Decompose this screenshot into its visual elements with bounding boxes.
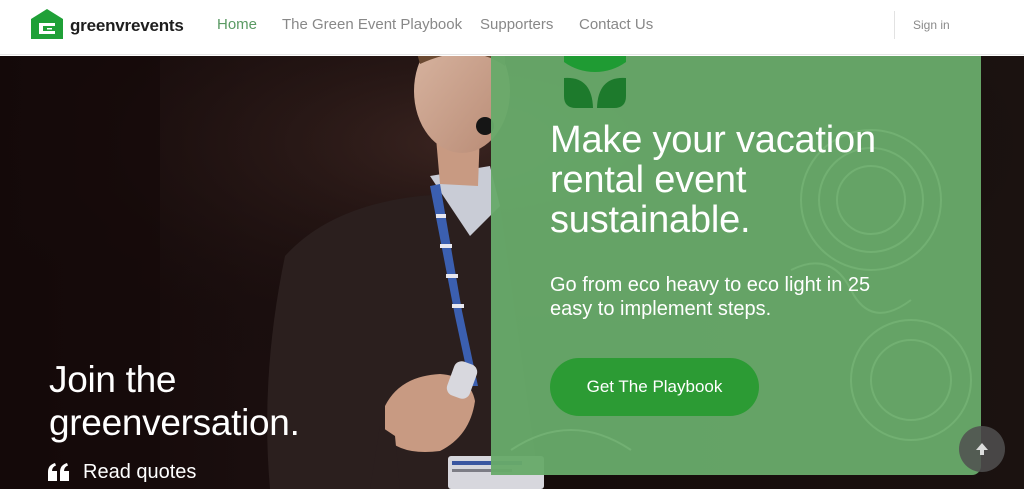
hero-section: Join the greenversation. Read quotes Mak… [0, 56, 1024, 489]
promo-card: Make your vacation rental event sustaina… [491, 56, 981, 475]
promo-title: Make your vacation rental event sustaina… [550, 119, 876, 241]
scroll-to-top-button[interactable] [959, 426, 1005, 472]
leaf-g-icon [564, 56, 626, 108]
brand-name: greenvrevents [70, 16, 184, 35]
header-divider [894, 11, 895, 39]
get-playbook-button[interactable]: Get The Playbook [550, 358, 759, 416]
nav-home[interactable]: Home [217, 15, 257, 35]
arrow-up-icon [976, 443, 988, 455]
site-header: greenvrevents Home The Green Event Playb… [0, 0, 1024, 55]
brand-logo[interactable]: greenvrevents [31, 9, 184, 39]
quote-icon [48, 463, 69, 481]
green-house-g-icon [31, 9, 63, 39]
sign-in-link[interactable]: Sign in [913, 17, 950, 33]
promo-subtitle: Go from eco heavy to eco light in 25 eas… [550, 274, 871, 320]
read-quotes-label: Read quotes [83, 461, 197, 483]
nav-contact-us[interactable]: Contact Us [579, 15, 653, 35]
read-quotes-link[interactable]: Read quotes [48, 459, 196, 485]
nav-supporters[interactable]: Supporters [480, 15, 553, 35]
hero-left-title: Join the greenversation. [49, 359, 300, 443]
nav-green-event-playbook[interactable]: The Green Event Playbook [282, 15, 462, 35]
